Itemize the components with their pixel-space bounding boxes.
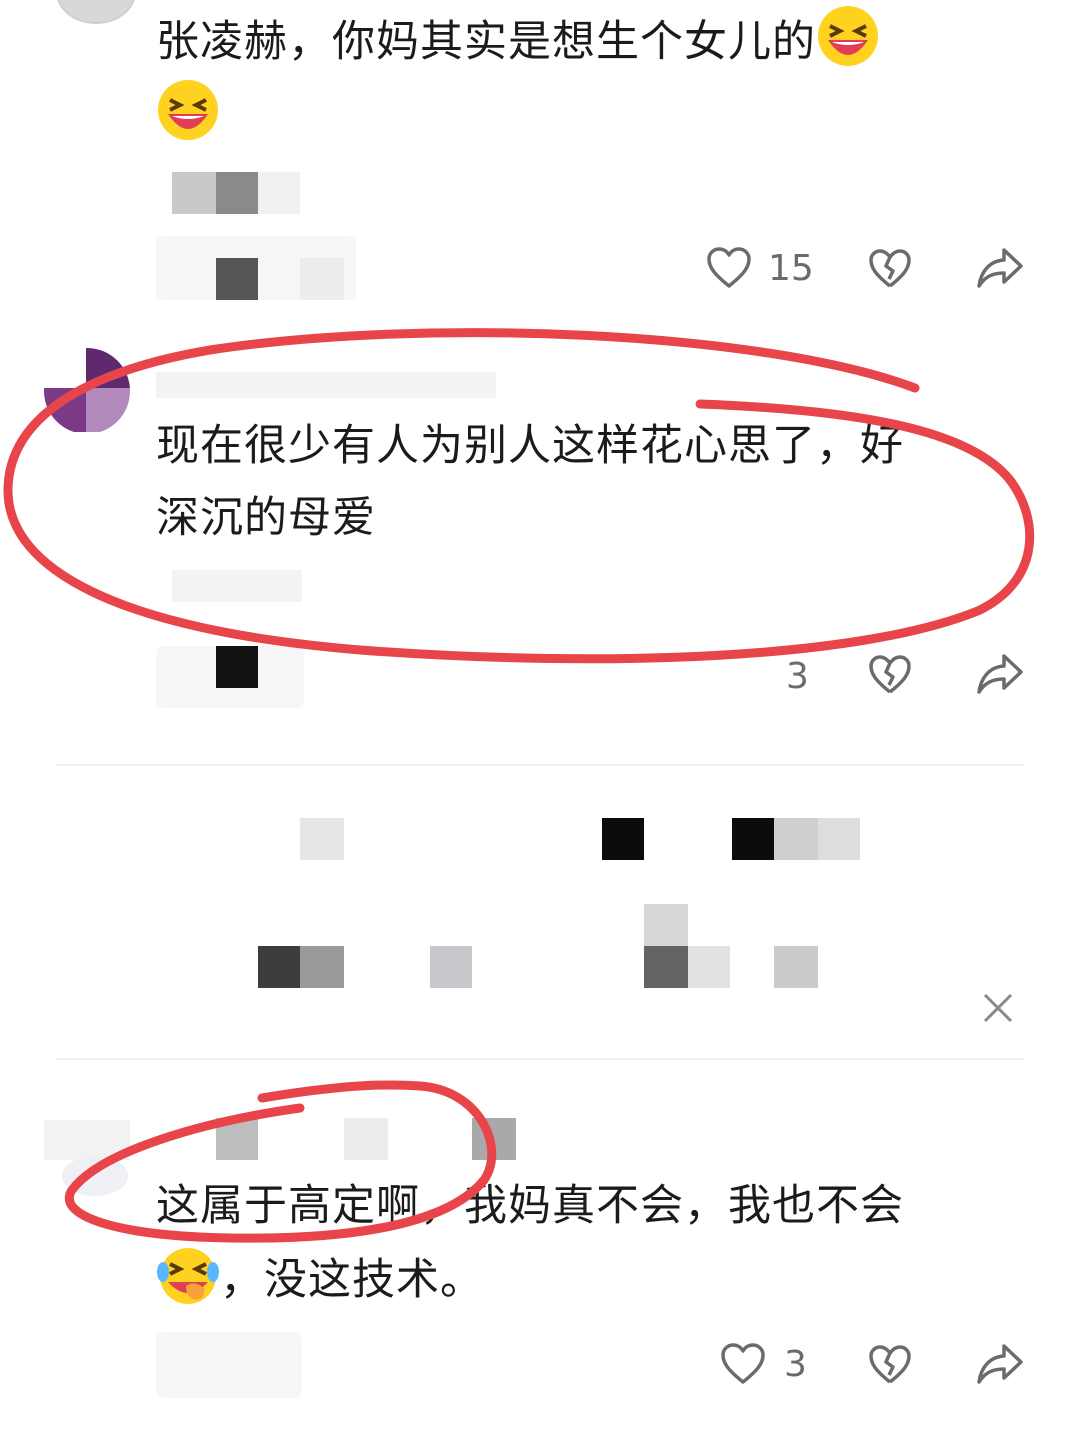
pixelated-area bbox=[300, 818, 344, 860]
comment-line: ，没这技术。 bbox=[220, 1255, 484, 1305]
divider bbox=[56, 1058, 1024, 1060]
pixelated-area bbox=[774, 818, 818, 860]
pixelated-area bbox=[602, 818, 644, 860]
pixelated-area bbox=[258, 172, 300, 214]
like-count: 3 bbox=[786, 656, 809, 697]
pixelated-area bbox=[216, 258, 258, 300]
pixelated-area bbox=[344, 1118, 388, 1160]
pixelated-area bbox=[430, 946, 472, 988]
pixelated-area bbox=[688, 946, 730, 988]
pixelated-area bbox=[644, 946, 688, 988]
pixelated-area bbox=[774, 946, 818, 988]
pixelated-area bbox=[86, 348, 130, 388]
pixelated-area bbox=[644, 904, 688, 946]
broken-heart-icon[interactable] bbox=[868, 1344, 912, 1386]
share-icon[interactable] bbox=[976, 246, 1024, 290]
pixelated-area bbox=[472, 1118, 516, 1160]
pixelated-area bbox=[216, 1118, 258, 1160]
share-icon[interactable] bbox=[976, 652, 1024, 696]
pixelated-area bbox=[86, 388, 130, 432]
pixelated-area bbox=[300, 258, 344, 300]
comment-text: 现在很少有人为别人这样花心思了，好 深沉的母爱 bbox=[156, 410, 996, 554]
pixelated-area bbox=[44, 388, 86, 432]
broken-heart-icon[interactable] bbox=[868, 248, 912, 290]
comment-line: 深沉的母爱 bbox=[156, 493, 376, 543]
pixelated-area bbox=[172, 172, 216, 214]
comment-line: 张凌赫，你妈其实是想生个女儿的 bbox=[156, 17, 816, 67]
comment-line: 现在很少有人为别人这样花心思了，好 bbox=[156, 421, 904, 471]
broken-heart-icon[interactable] bbox=[868, 654, 912, 696]
share-icon[interactable] bbox=[976, 1342, 1024, 1386]
heart-icon[interactable] bbox=[720, 1342, 766, 1386]
comment-text: 张凌赫，你妈其实是想生个女儿的 bbox=[156, 4, 996, 152]
laughing-emoji bbox=[158, 80, 218, 140]
comment-text: 这属于高定啊，我妈真不会，我也不会 ，没这技术。 bbox=[156, 1170, 996, 1316]
pixelated-area bbox=[156, 1332, 302, 1398]
pixelated-area bbox=[44, 1120, 130, 1160]
pixelated-area bbox=[156, 372, 496, 398]
pixelated-area bbox=[258, 946, 300, 988]
pixelated-area bbox=[818, 818, 860, 860]
close-icon[interactable] bbox=[982, 992, 1014, 1024]
pixelated-area bbox=[172, 570, 302, 602]
pixelated-area bbox=[300, 946, 344, 988]
pixelated-area bbox=[216, 172, 258, 214]
pixelated-area bbox=[732, 818, 774, 860]
like-count: 15 bbox=[768, 248, 814, 289]
crying-laughing-emoji bbox=[157, 1248, 219, 1304]
heart-icon[interactable] bbox=[706, 246, 752, 290]
avatar[interactable] bbox=[44, 348, 130, 434]
like-count: 3 bbox=[784, 1344, 807, 1385]
avatar[interactable] bbox=[56, 0, 136, 24]
laughing-emoji bbox=[818, 6, 878, 66]
pixelated-area bbox=[216, 646, 258, 688]
divider bbox=[56, 764, 1024, 766]
comment-line: 这属于高定啊，我妈真不会，我也不会 bbox=[156, 1181, 904, 1231]
avatar[interactable] bbox=[62, 1156, 128, 1196]
